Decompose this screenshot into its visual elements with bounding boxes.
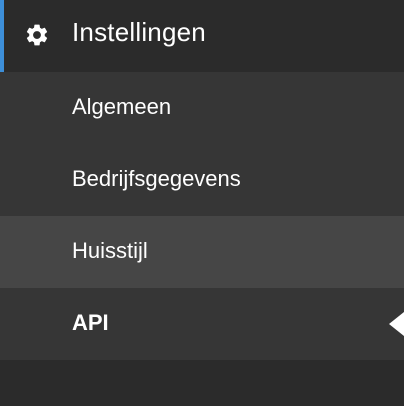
sidebar-item-label: Algemeen: [72, 94, 172, 119]
sidebar-item-huisstijl[interactable]: Huisstijl: [0, 216, 404, 288]
sidebar-next-section: [0, 360, 404, 406]
active-indicator-icon: [389, 312, 404, 336]
sidebar-section-instellingen[interactable]: Instellingen: [0, 0, 404, 72]
section-title: Instellingen: [72, 17, 206, 47]
sidebar-item-label: Bedrijfsgegevens: [72, 166, 241, 191]
sidebar-item-label: API: [72, 310, 109, 335]
sidebar-item-algemeen[interactable]: Algemeen: [0, 72, 404, 144]
sidebar-item-label: Huisstijl: [72, 238, 148, 263]
sidebar-item-api[interactable]: API: [0, 288, 404, 360]
sidebar-item-bedrijfsgegevens[interactable]: Bedrijfsgegevens: [0, 144, 404, 216]
gear-icon: [26, 24, 48, 46]
settings-sidebar: Instellingen Algemeen Bedrijfsgegevens H…: [0, 0, 404, 406]
